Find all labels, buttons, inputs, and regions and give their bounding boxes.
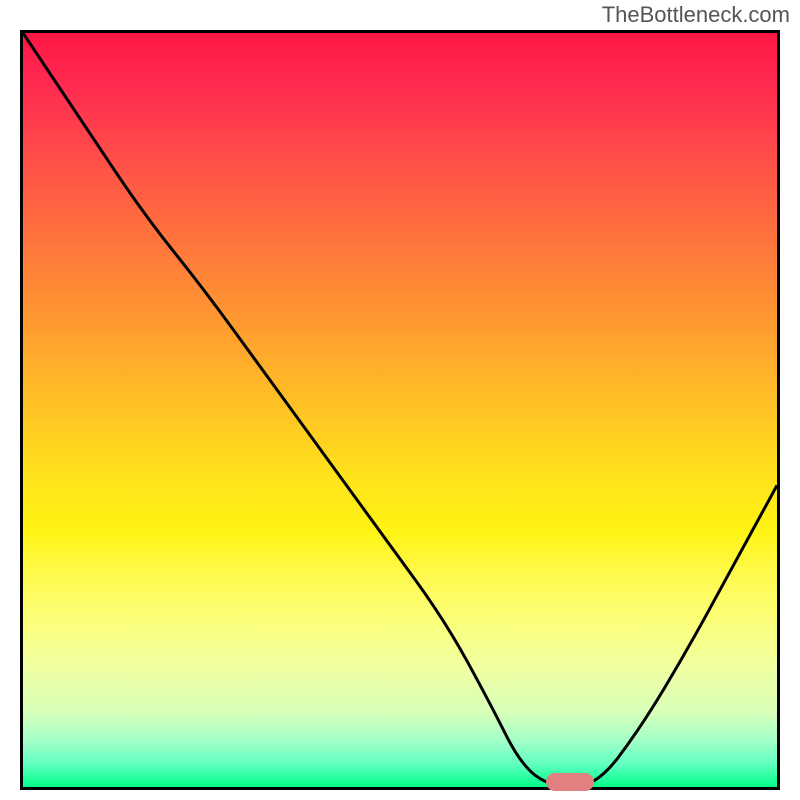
- bottleneck-curve-line: [23, 33, 777, 787]
- optimal-point-marker: [546, 773, 594, 791]
- chart-area: [20, 30, 780, 790]
- watermark-text: TheBottleneck.com: [602, 2, 790, 28]
- curve-plot: [23, 33, 777, 787]
